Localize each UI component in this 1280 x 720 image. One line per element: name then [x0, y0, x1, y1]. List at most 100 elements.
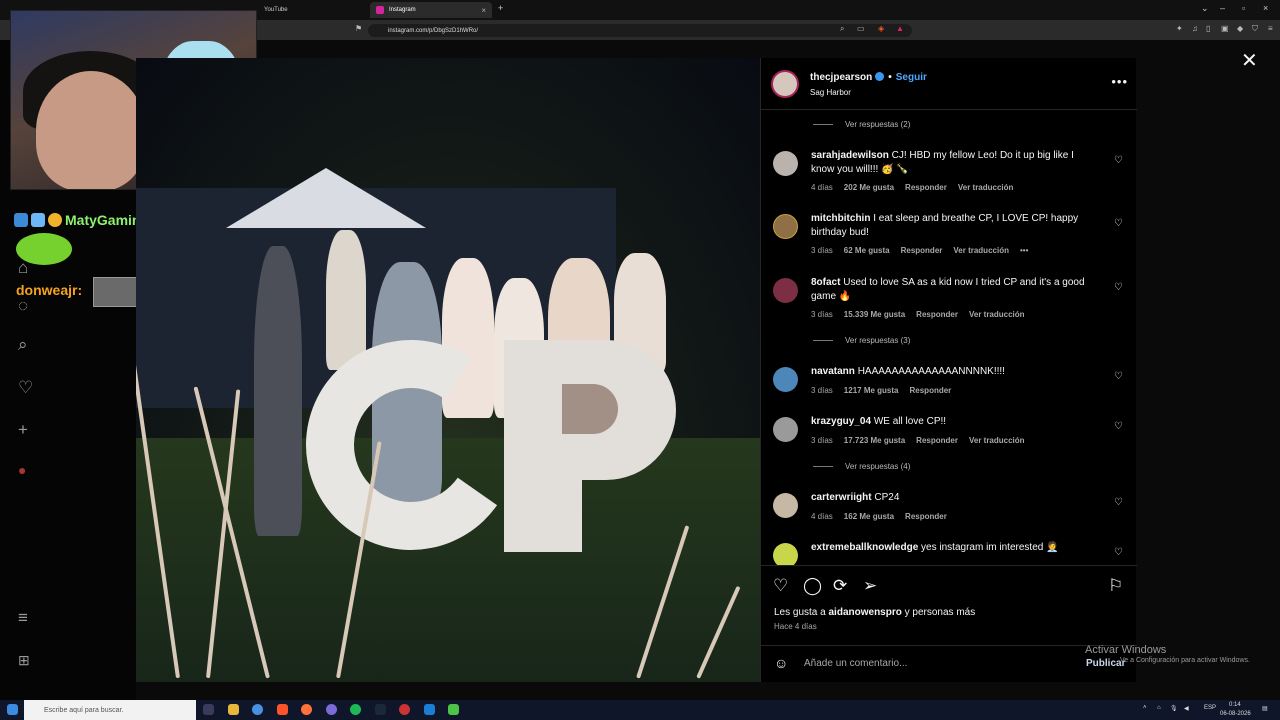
new-tab-icon[interactable]: +: [498, 3, 503, 13]
post-photo[interactable]: [136, 58, 760, 682]
tray-time[interactable]: 0:14: [1229, 702, 1241, 708]
comment-likes[interactable]: 162 Me gusta: [844, 512, 894, 521]
translate-button[interactable]: Ver traducción: [958, 183, 1014, 192]
app-icon[interactable]: [448, 704, 459, 715]
commenter-username[interactable]: krazyguy_04: [811, 416, 871, 427]
obs-icon[interactable]: [399, 704, 410, 715]
like-heart-icon[interactable]: ♡: [773, 576, 788, 596]
tab-youtube[interactable]: YouTube: [258, 2, 368, 18]
reply-button[interactable]: Responder: [905, 183, 947, 192]
search-icon[interactable]: ⌕: [18, 335, 28, 355]
reply-button[interactable]: Responder: [910, 386, 952, 395]
commenter-username[interactable]: carterwriight: [811, 492, 872, 503]
extensions-icon[interactable]: ✦: [1176, 24, 1183, 33]
like-comment-heart-icon[interactable]: ♡: [1114, 371, 1123, 382]
translate-button[interactable]: Ver traducción: [969, 436, 1025, 445]
reply-button[interactable]: Responder: [916, 436, 958, 445]
tray-volume-icon[interactable]: ◀: [1184, 705, 1189, 712]
commenter-avatar[interactable]: [773, 367, 798, 392]
minimize-icon[interactable]: –: [1220, 3, 1225, 13]
maximize-icon[interactable]: ▫: [1242, 3, 1245, 13]
notifications-heart-icon[interactable]: ♡: [18, 378, 33, 398]
commenter-avatar[interactable]: [773, 151, 798, 176]
sidebar-icon[interactable]: ▯: [1206, 24, 1210, 33]
repost-icon[interactable]: ⟳: [833, 576, 847, 596]
explore-icon[interactable]: ◌: [18, 296, 28, 316]
like-comment-heart-icon[interactable]: ♡: [1114, 282, 1123, 293]
vpn-icon[interactable]: ◆: [1237, 24, 1243, 33]
comment-likes[interactable]: 17.723 Me gusta: [844, 436, 905, 445]
bookmark-icon[interactable]: ⚑: [355, 24, 362, 33]
wallet-icon[interactable]: ▣: [1221, 24, 1229, 33]
reply-button[interactable]: Responder: [905, 512, 947, 521]
commenter-username[interactable]: sarahjadewilson: [811, 150, 889, 161]
comment-likes[interactable]: 1217 Me gusta: [844, 386, 899, 395]
close-window-icon[interactable]: ×: [1263, 3, 1268, 13]
share-send-icon[interactable]: ➢: [863, 576, 877, 596]
like-comment-heart-icon[interactable]: ♡: [1114, 497, 1123, 508]
tray-language[interactable]: ESP: [1204, 705, 1216, 711]
author-username[interactable]: thecjpearson: [810, 72, 872, 83]
post-options-icon[interactable]: •••: [1111, 74, 1128, 89]
view-replies-button[interactable]: Ver respuestas (3): [813, 336, 910, 345]
commenter-avatar[interactable]: [773, 278, 798, 303]
close-post-icon[interactable]: ✕: [1241, 48, 1258, 73]
like-comment-heart-icon[interactable]: ♡: [1114, 547, 1123, 558]
task-view-icon[interactable]: [203, 704, 214, 715]
tray-date[interactable]: 06-08-2026: [1220, 711, 1251, 717]
spotify-icon[interactable]: [350, 704, 361, 715]
firefox-icon[interactable]: [301, 704, 312, 715]
shield-icon[interactable]: ⛉: [1252, 24, 1258, 34]
translate-button[interactable]: Ver traducción: [953, 246, 1009, 255]
brave-rewards-icon[interactable]: ▲: [896, 24, 904, 33]
chrome-icon[interactable]: [252, 704, 263, 715]
profile-avatar-icon[interactable]: ●: [18, 462, 26, 478]
brave-shield-icon[interactable]: ◈: [878, 24, 884, 33]
url-field[interactable]: instagram.com/p/DbgSzD1hWRo/: [368, 24, 912, 37]
author-avatar[interactable]: [771, 70, 799, 98]
more-menu-icon[interactable]: ≡: [18, 608, 28, 628]
tab-instagram[interactable]: Instagram ×: [370, 2, 492, 18]
commenter-avatar[interactable]: [773, 214, 798, 239]
like-comment-heart-icon[interactable]: ♡: [1114, 218, 1123, 229]
tray-network-icon[interactable]: ⌂: [1157, 705, 1161, 711]
comment-likes[interactable]: 62 Me gusta: [844, 246, 890, 255]
edge-icon[interactable]: [424, 704, 435, 715]
file-explorer-icon[interactable]: [228, 704, 239, 715]
follow-button[interactable]: Seguir: [896, 72, 927, 83]
reply-button[interactable]: Responder: [916, 310, 958, 319]
view-replies-button[interactable]: Ver respuestas (2): [813, 120, 910, 129]
commenter-username[interactable]: 8ofact: [811, 277, 840, 288]
reply-button[interactable]: Responder: [901, 246, 943, 255]
discord-icon[interactable]: [326, 704, 337, 715]
liked-by-user[interactable]: aidanowenspro: [829, 607, 902, 618]
steam-icon[interactable]: [375, 704, 386, 715]
tray-mic-icon[interactable]: 🎙: [1170, 705, 1178, 712]
view-replies-button[interactable]: Ver respuestas (4): [813, 462, 910, 471]
media-icon[interactable]: ♫: [1192, 24, 1198, 33]
commenter-avatar[interactable]: [773, 493, 798, 518]
emoji-icon[interactable]: ☺: [774, 655, 788, 671]
commenter-username[interactable]: extremeballknowledge: [811, 542, 918, 553]
create-icon[interactable]: +: [18, 420, 28, 440]
cast-icon[interactable]: ▭: [857, 24, 865, 33]
threads-icon[interactable]: ⊞: [18, 652, 30, 669]
post-location[interactable]: Sag Harbor: [810, 88, 851, 97]
comment-bubble-icon[interactable]: ◯: [803, 576, 822, 596]
notifications-icon[interactable]: ▤: [1262, 705, 1268, 712]
zoom-icon[interactable]: ⌕: [840, 24, 844, 34]
taskbar-search[interactable]: Escribe aquí para buscar.: [24, 700, 196, 720]
like-comment-heart-icon[interactable]: ♡: [1114, 421, 1123, 432]
translate-button[interactable]: Ver traducción: [969, 310, 1025, 319]
comment-input[interactable]: Añade un comentario...: [804, 658, 907, 669]
commenter-avatar[interactable]: [773, 543, 798, 565]
menu-icon[interactable]: ≡: [1268, 24, 1273, 33]
windows-start-icon[interactable]: [7, 704, 18, 715]
comment-options-icon[interactable]: •••: [1020, 246, 1028, 255]
brave-icon[interactable]: [277, 704, 288, 715]
close-tab-icon[interactable]: ×: [481, 6, 486, 15]
commenter-username[interactable]: navatann: [811, 366, 855, 377]
liked-by-suffix[interactable]: y personas más: [905, 607, 976, 618]
tray-chevron-icon[interactable]: ˄: [1143, 705, 1147, 711]
commenter-username[interactable]: mitchbitchin: [811, 213, 870, 224]
